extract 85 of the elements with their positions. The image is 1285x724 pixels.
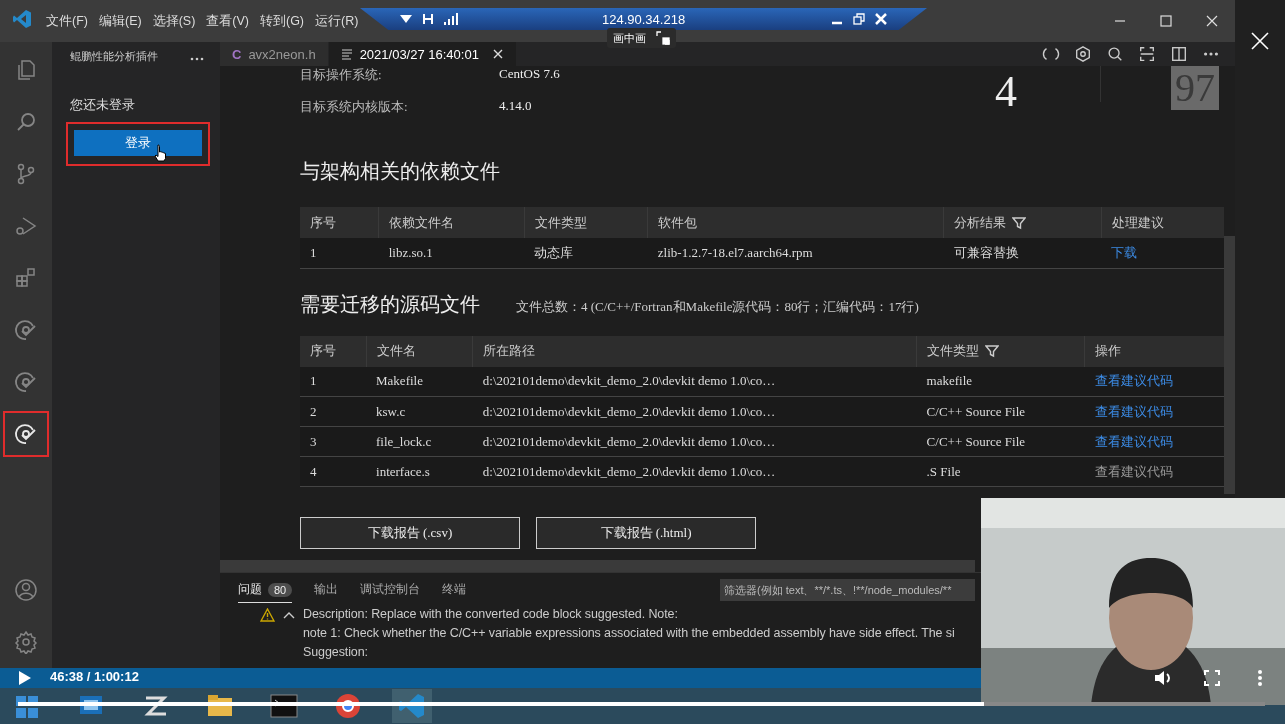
- table-cell: interface.s: [366, 456, 473, 487]
- info-value: CentOS 7.6: [499, 66, 560, 83]
- column-header: 软件包: [647, 207, 944, 238]
- download-button[interactable]: 下载报告 (.csv): [300, 517, 520, 549]
- column-header: 分析结果: [943, 207, 1102, 238]
- menu-item[interactable]: 查看(V): [206, 12, 249, 30]
- table-cell: 动态库: [524, 238, 648, 268]
- table-cell: file_lock.c: [366, 426, 473, 457]
- table-cell: d:\202101demo\devkit_demo_2.0\devkit demo 1.0\co…: [472, 456, 917, 487]
- scan-icon[interactable]: [1137, 44, 1157, 64]
- problem-text: Suggestion:: [303, 645, 369, 659]
- table-cell: C/C++ Source File: [916, 426, 1085, 457]
- column-header: 文件类型: [524, 207, 648, 238]
- action-link: 查看建议代码: [1094, 463, 1173, 479]
- column-header: 序号: [300, 335, 367, 367]
- menu-item[interactable]: 运行(R): [315, 12, 359, 30]
- column-header: 操作: [1084, 335, 1224, 367]
- problem-text: Description: Replace with the converted code block suggested. Note:: [303, 607, 679, 621]
- problem-text: note 1: Check whether the C/C++ variable expressions associated with the embedded assembly have side effect. The si: [303, 626, 955, 640]
- section-heading: 与架构相关的依赖文件: [300, 159, 501, 184]
- table-cell: libz.so.1: [378, 238, 525, 268]
- column-header: 所在路径: [472, 335, 917, 367]
- section-heading: 需要迁移的源码文件: [300, 291, 480, 317]
- panel-tab[interactable]: 输出: [314, 577, 339, 603]
- dropdown-icon[interactable]: [400, 15, 412, 23]
- table-cell: 1: [300, 366, 367, 397]
- filter-field[interactable]: 筛选器(例如 text、**/*.ts、!**/node_modules/**: [720, 579, 975, 601]
- table-cell: 4: [300, 456, 367, 487]
- login-button[interactable]: 登录: [74, 130, 202, 156]
- remote-address: 124.90.34.218: [602, 11, 686, 27]
- tooltip-text: 画中画: [613, 30, 646, 46]
- info-label: 目标操作系统:: [300, 66, 383, 84]
- progress-track[interactable]: [18, 702, 1265, 706]
- table-cell: d:\202101demo\devkit_demo_2.0\devkit demo 1.0\co…: [472, 396, 917, 427]
- table-cell: C/C++ Source File: [916, 396, 1085, 427]
- restore-icon[interactable]: [853, 13, 865, 25]
- download-button[interactable]: 下载报告 (.html): [536, 517, 756, 549]
- close-icon[interactable]: [875, 13, 887, 25]
- picture-in-picture-icon: [656, 31, 670, 45]
- panel-tab[interactable]: 调试控制台: [360, 577, 421, 603]
- document-icon: [340, 48, 353, 60]
- table-cell: ksw.c: [366, 396, 473, 427]
- menu-item[interactable]: 文件(F): [46, 12, 88, 30]
- table-cell: 2: [300, 396, 367, 427]
- table-cell: d:\202101demo\devkit_demo_2.0\devkit demo 1.0\co…: [472, 426, 917, 457]
- table-cell: 可兼容替换: [943, 238, 1102, 268]
- signal-icon: [444, 13, 458, 25]
- split-editor-icon[interactable]: [1169, 44, 1189, 64]
- info-value: 4.14.0: [499, 98, 532, 115]
- filter-icon[interactable]: [985, 344, 1000, 358]
- close-icon[interactable]: [491, 48, 504, 60]
- action-link[interactable]: 下载: [1111, 244, 1138, 260]
- file-summary: 文件总数：4 (C/C++/Fortran和Makefile源代码：80行；汇编代码：17行): [516, 297, 919, 316]
- editor-tab[interactable]: C avx2neon.h: [220, 42, 328, 66]
- stat-number: 4: [995, 66, 1018, 118]
- editor-tab[interactable]: 2021/03/27 16:40:01: [328, 42, 516, 66]
- filter-icon[interactable]: [1012, 215, 1027, 230]
- scrollbar-thumb[interactable]: [1224, 236, 1235, 494]
- scrollbar-thumb[interactable]: [220, 560, 975, 572]
- table-cell: .S File: [916, 456, 1085, 487]
- count-badge: 80: [268, 582, 293, 597]
- menu-item[interactable]: 转到(G): [260, 12, 305, 30]
- panel-tab[interactable]: 问题 80: [238, 577, 293, 603]
- fullscreen-icon[interactable]: [1202, 668, 1222, 688]
- login-message: 您还未登录: [70, 96, 136, 114]
- column-header: 文件类型: [916, 335, 1085, 367]
- table-cell: d:\202101demo\devkit_demo_2.0\devkit demo 1.0\co…: [472, 366, 917, 397]
- table-cell: 3: [300, 426, 367, 457]
- table-cell: zlib-1.2.7-18.el7.aarch64.rpm: [647, 238, 944, 268]
- panel-tab[interactable]: 终端: [442, 577, 467, 603]
- menu-item[interactable]: 编辑(E): [98, 12, 142, 30]
- column-header: 处理建议: [1101, 207, 1224, 238]
- warning-icon: [260, 608, 275, 622]
- column-header: 序号: [300, 207, 379, 238]
- column-header: 文件名: [366, 335, 473, 367]
- video-time: 46:38 / 1:00:12: [50, 669, 139, 684]
- sidebar-title: 鲲鹏性能分析插件: [70, 48, 159, 64]
- menu-item[interactable]: 选择(S): [152, 12, 196, 30]
- table-cell: makefile: [916, 366, 1085, 397]
- info-label: 目标系统内核版本:: [300, 98, 409, 116]
- table-cell: Makefile: [366, 366, 473, 397]
- table-cell: 1: [300, 238, 379, 268]
- hexagon-gear-icon[interactable]: [1073, 44, 1093, 64]
- volume-icon[interactable]: [1153, 668, 1173, 688]
- column-header: 依赖文件名: [378, 207, 525, 238]
